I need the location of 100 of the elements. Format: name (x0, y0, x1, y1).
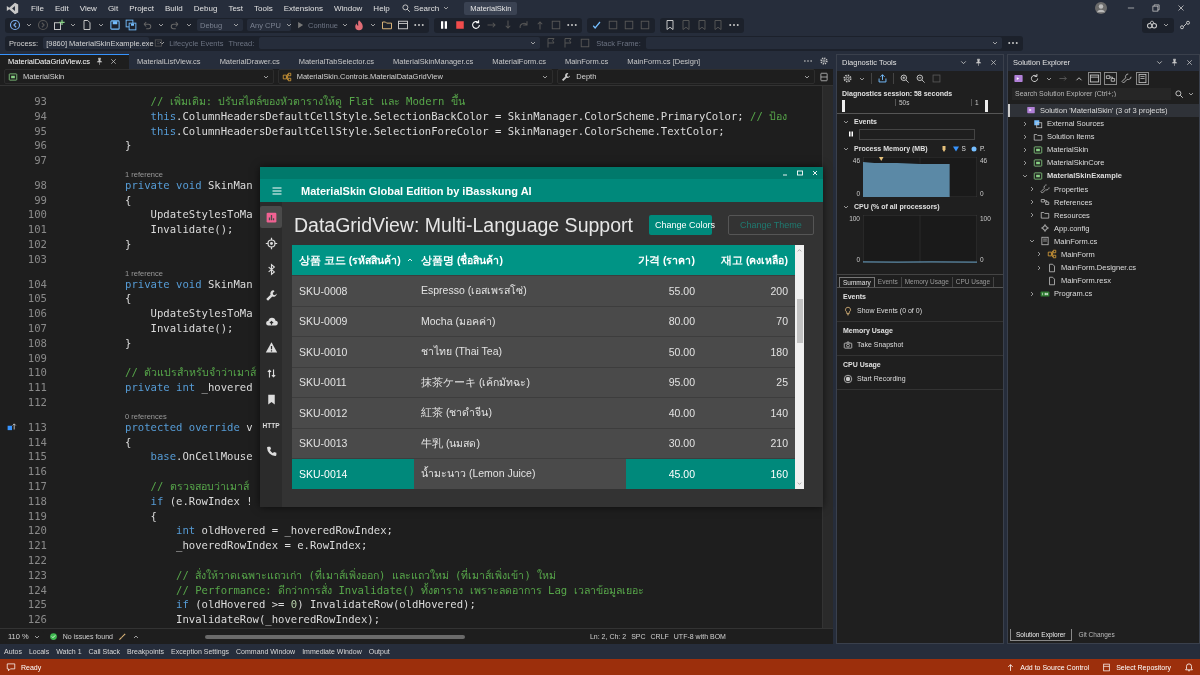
table-cell[interactable]: 40.00 (626, 398, 702, 428)
zoom-in-icon[interactable] (899, 73, 910, 85)
table-cell[interactable]: SKU-0011 (292, 367, 414, 397)
pin-icon[interactable] (95, 57, 104, 67)
brush-icon[interactable] (117, 632, 127, 642)
table-cell[interactable]: SKU-0010 (292, 337, 414, 367)
close-icon[interactable] (989, 58, 998, 68)
split-icon[interactable] (819, 71, 829, 82)
menu-item[interactable]: Help (368, 4, 395, 13)
pin-icon[interactable] (1170, 58, 1179, 68)
chevron-icon[interactable] (1035, 263, 1043, 272)
table-cell[interactable]: 25 (702, 367, 795, 397)
stop-icon[interactable] (454, 19, 467, 32)
menu-item[interactable]: Git (102, 4, 124, 13)
table-cell[interactable]: SKU-0008 (292, 276, 414, 306)
table-cell[interactable]: Espresso (เอสเพรสโซ่) (414, 276, 626, 306)
solution-icon[interactable] (1013, 73, 1024, 85)
pause-icon[interactable] (847, 130, 855, 139)
avatar-icon[interactable] (1095, 2, 1107, 15)
menu-item[interactable]: View (74, 4, 102, 13)
table-cell[interactable]: น้ำมะนาว (Lemon Juice) (414, 459, 626, 489)
new-file-icon[interactable] (81, 19, 93, 32)
table-cell[interactable]: SKU-0014 (292, 459, 414, 489)
close-icon[interactable] (1185, 58, 1194, 68)
folder-icon[interactable] (381, 19, 394, 32)
undo-icon[interactable] (141, 19, 153, 32)
menu-item[interactable]: Edit (49, 4, 74, 13)
close-icon[interactable] (109, 57, 118, 67)
table-cell[interactable]: ชาไทย (Thai Tea) (414, 337, 626, 367)
form-icon[interactable] (1137, 73, 1148, 85)
table-cell[interactable]: 210 (702, 428, 795, 458)
table-cell[interactable]: 抹茶ケーキ (เค้กมัทฉะ) (414, 367, 626, 397)
new-project-icon[interactable] (53, 19, 65, 32)
bell-icon[interactable] (1184, 662, 1194, 672)
window-icon[interactable] (397, 19, 410, 32)
close-icon[interactable] (811, 169, 819, 177)
column-header[interactable]: 재고 (คงเหลือ) (702, 245, 795, 275)
chevron-icon[interactable] (1021, 145, 1029, 154)
chevron-icon[interactable] (1028, 211, 1036, 220)
goggles-icon[interactable] (1146, 19, 1158, 32)
settings-icon[interactable] (842, 73, 853, 85)
column-header[interactable]: 상품명 (ชื่อสินค้า) (414, 245, 626, 275)
chevron-icon[interactable] (1021, 132, 1029, 141)
save-all-icon[interactable] (125, 19, 137, 32)
settings-icon[interactable] (819, 56, 829, 67)
scrollbar[interactable] (795, 245, 804, 489)
menu-item[interactable]: File (26, 4, 49, 13)
save-icon[interactable] (109, 19, 121, 32)
table-cell[interactable]: SKU-0013 (292, 428, 414, 458)
flame-icon[interactable] (353, 19, 366, 32)
bookmark-icon[interactable] (664, 19, 677, 32)
chevron-icon[interactable] (1028, 289, 1036, 298)
table-cell[interactable]: 160 (702, 459, 795, 489)
restart-icon[interactable] (470, 19, 483, 32)
history-icon[interactable] (1029, 73, 1040, 85)
table-cell[interactable]: Mocha (มอคค่า) (414, 306, 626, 336)
export-icon[interactable] (877, 73, 888, 85)
scrollbar[interactable] (822, 85, 833, 629)
table-cell[interactable]: 30.00 (626, 428, 702, 458)
scrollbar-thumb[interactable] (204, 634, 465, 639)
menu-item[interactable]: Debug (188, 4, 223, 13)
restore-icon[interactable] (1151, 3, 1161, 14)
table-cell[interactable]: 95.00 (626, 367, 702, 397)
message-icon[interactable] (6, 662, 16, 672)
table-cell[interactable]: 45.00 (626, 459, 702, 489)
table-cell[interactable]: 80.00 (626, 306, 702, 336)
range-handle[interactable] (842, 99, 845, 112)
chevron-icon[interactable] (1021, 119, 1029, 128)
window-icon[interactable] (1089, 73, 1100, 85)
menu-item[interactable]: Project (124, 4, 160, 13)
override-icon[interactable] (7, 422, 17, 433)
table-cell[interactable]: 50.00 (626, 337, 702, 367)
table-cell[interactable]: 70 (702, 306, 795, 336)
pin-icon[interactable] (974, 58, 983, 68)
table-cell[interactable]: 140 (702, 398, 795, 428)
table-cell[interactable]: SKU-0012 (292, 398, 414, 428)
column-header[interactable]: 가격 (ราคา) (626, 245, 702, 275)
table-cell[interactable]: 180 (702, 337, 795, 367)
chevron-icon[interactable] (1035, 250, 1043, 259)
range-handle[interactable] (985, 99, 988, 112)
table-cell[interactable]: 55.00 (626, 276, 702, 306)
menu-item[interactable]: Build (160, 4, 188, 13)
share-icon[interactable] (1179, 19, 1191, 32)
wrench-icon[interactable] (1121, 73, 1132, 85)
chevron-icon[interactable] (1021, 158, 1029, 167)
menu-item[interactable]: Test (223, 4, 249, 13)
menu-item[interactable]: Window (328, 4, 368, 13)
chevron-icon[interactable] (1028, 198, 1036, 207)
menu-item[interactable]: Tools (249, 4, 278, 13)
redo-icon[interactable] (169, 19, 181, 32)
column-header[interactable]: 상품 코드 (รหัสสินค้า) (292, 245, 414, 275)
table-cell[interactable]: 紅茶 (ชาดำจีน) (414, 398, 626, 428)
table-cell[interactable]: 200 (702, 276, 795, 306)
references-icon[interactable] (1105, 73, 1116, 85)
back-icon[interactable] (9, 19, 21, 32)
search-button[interactable]: Search (395, 3, 456, 14)
maximize-icon[interactable] (796, 169, 804, 177)
zoom-out-icon[interactable] (915, 73, 926, 85)
scrollbar-thumb[interactable] (796, 299, 803, 343)
chevron-icon[interactable] (1028, 185, 1036, 193)
